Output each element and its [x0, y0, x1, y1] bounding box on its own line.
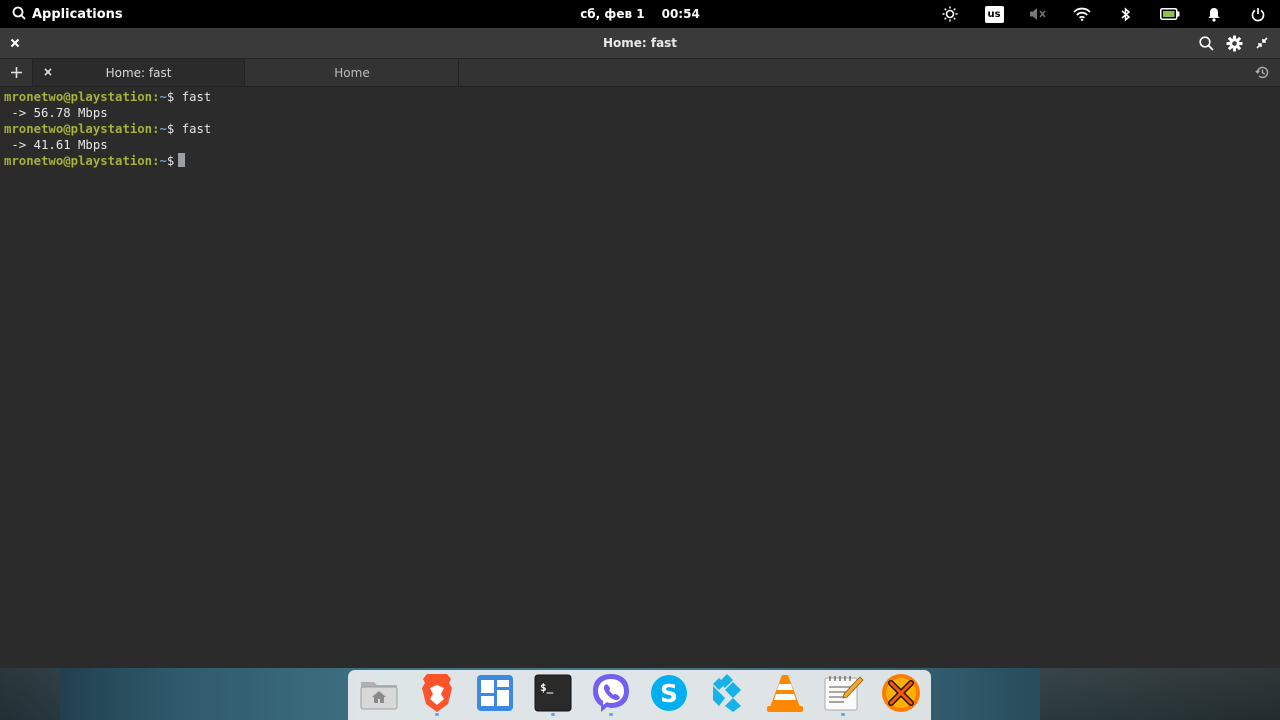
history-icon[interactable]: [1252, 59, 1272, 86]
top-panel: Applications сб, фев 1 00:54 us: [0, 0, 1280, 28]
files-icon[interactable]: [356, 670, 402, 716]
terminal-line: mronetwo@playstation:~$ fast: [4, 90, 212, 104]
svg-text:$_: $_: [540, 681, 554, 694]
battery-icon[interactable]: [1148, 0, 1192, 28]
svg-text:S: S: [660, 679, 678, 708]
terminal-cursor: [178, 153, 186, 167]
window-title: Home: fast: [602, 36, 678, 50]
volume-muted-icon[interactable]: [1016, 0, 1060, 28]
running-indicator: [551, 713, 555, 716]
wifi-icon[interactable]: [1060, 0, 1104, 28]
crossover-icon[interactable]: [878, 670, 924, 716]
tab-label: Home: [334, 65, 370, 80]
applications-menu[interactable]: Applications: [12, 0, 123, 28]
terminal-icon[interactable]: $_: [530, 670, 576, 716]
terminal-line: mronetwo@playstation:~$ fast: [4, 122, 212, 136]
terminal-output: -> 41.61 Mbps: [4, 138, 108, 152]
search-icon[interactable]: [1192, 28, 1220, 58]
gear-icon[interactable]: [1220, 28, 1248, 58]
time-label[interactable]: 00:54: [662, 7, 700, 21]
running-indicator: [435, 713, 439, 716]
tab-home[interactable]: Home: [246, 59, 459, 86]
kodi-icon[interactable]: [704, 670, 750, 716]
keyboard-layout-label: us: [984, 5, 1004, 23]
notifications-icon[interactable]: [1192, 0, 1236, 28]
multitasking-view-icon[interactable]: [472, 670, 518, 716]
new-tab-button[interactable]: [0, 59, 32, 86]
terminal-line: mronetwo@playstation:~$: [4, 153, 1280, 169]
unmaximize-icon[interactable]: [1248, 28, 1276, 58]
text-editor-icon[interactable]: [820, 670, 866, 716]
date-label[interactable]: сб, фев 1: [580, 7, 644, 21]
plus-icon: [10, 67, 22, 78]
window-titlebar[interactable]: Home: fast: [0, 28, 1280, 59]
skype-icon[interactable]: S: [646, 670, 692, 716]
applications-label: Applications: [32, 6, 123, 22]
running-indicator: [841, 713, 845, 716]
terminal-view[interactable]: mronetwo@playstation:~$ fast -> 56.78 Mb…: [0, 87, 1280, 668]
vlc-icon[interactable]: [762, 670, 808, 716]
tab-home-fast[interactable]: Home: fast: [32, 59, 245, 86]
power-icon[interactable]: [1236, 0, 1280, 28]
bluetooth-icon[interactable]: [1104, 0, 1148, 28]
dock: $_ S: [348, 670, 931, 720]
search-icon: [12, 5, 26, 24]
indicator-area: us: [928, 0, 1280, 28]
tab-bar: Home: fast Home: [0, 59, 1280, 87]
close-icon[interactable]: [41, 65, 55, 79]
night-light-icon[interactable]: [928, 0, 972, 28]
viber-icon[interactable]: [588, 670, 634, 716]
close-icon[interactable]: [7, 35, 23, 51]
brave-browser-icon[interactable]: [414, 670, 460, 716]
tab-label: Home: fast: [105, 65, 172, 80]
terminal-output: -> 56.78 Mbps: [4, 106, 108, 120]
running-indicator: [609, 713, 613, 716]
keyboard-layout-indicator[interactable]: us: [972, 0, 1016, 28]
